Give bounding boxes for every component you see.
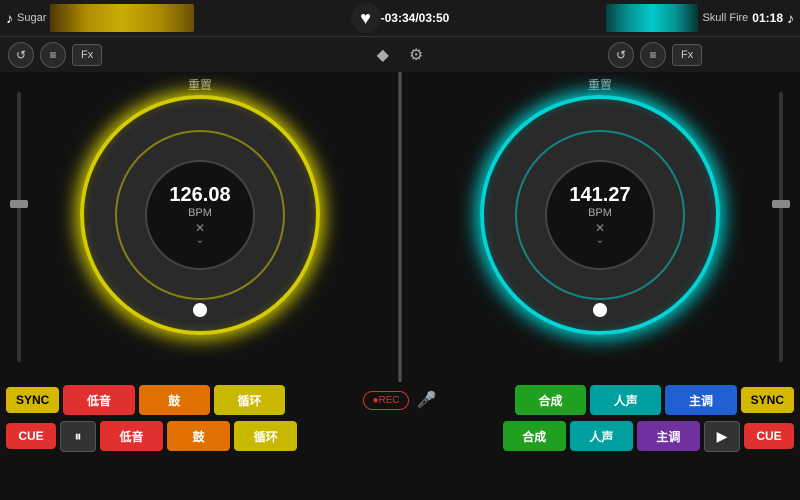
right-song-title: Skull Fire [702, 12, 748, 24]
left-pad-鼓-1[interactable]: 鼓 [139, 385, 210, 415]
bottom-row2: CUE ⏸ 低音 鼓 循环 合成 人声 主调 ▶ CUE [0, 418, 800, 454]
controls-bar: ↺ ≡ Fx ◆ ⚙ ↺ ≡ Fx [0, 36, 800, 72]
left-pads-row2: 低音 鼓 循环 [100, 421, 297, 451]
right-time-display: 01:18 [752, 11, 783, 25]
left-cue-button[interactable]: CUE [6, 423, 56, 449]
right-sync-button[interactable]: SYNC [741, 387, 794, 413]
bottom-controls: SYNC 低音 鼓 循环 ●REC 🎤 合成 人声 主调 SYNC CUE ⏸ … [0, 382, 800, 500]
top-bar: ♪ Sugar ♥ -03:34/03:50 Skull Fire 01:18 … [0, 0, 800, 36]
left-sync-button[interactable]: SYNC [6, 387, 59, 413]
center-info: ♥ -03:34/03:50 [200, 3, 600, 33]
right-pads-row2: 合成 人声 主调 [503, 421, 700, 451]
right-waveform[interactable] [606, 4, 698, 32]
right-pad-主调-2[interactable]: 主调 [637, 421, 700, 451]
left-track-info: ♪ Sugar [0, 4, 200, 32]
right-bpm-caret: ⌄ [596, 235, 604, 246]
heart-icon[interactable]: ♥ [351, 3, 381, 33]
right-pitch-track [779, 92, 783, 362]
left-music-note-icon: ♪ [6, 10, 13, 26]
left-vinyl[interactable]: 126.08 BPM ✕ ⌄ [80, 95, 320, 335]
right-vinyl[interactable]: 141.27 BPM ✕ ⌄ [480, 95, 720, 335]
left-bpm-value: 126.08 [169, 184, 230, 207]
left-waveform[interactable] [50, 4, 194, 32]
gear-icon[interactable]: ⚙ [409, 45, 423, 65]
left-bpm-x: ✕ [195, 221, 205, 235]
right-play-button[interactable]: ▶ [704, 421, 740, 452]
diamond-icon[interactable]: ◆ [377, 45, 389, 65]
right-cue-button[interactable]: CUE [744, 423, 794, 449]
left-eq-button[interactable]: ≡ [40, 42, 66, 68]
left-pad-低音-2[interactable]: 低音 [100, 421, 163, 451]
left-fx-button[interactable]: Fx [72, 44, 102, 66]
right-pitch-thumb[interactable] [772, 200, 790, 208]
right-pad-合成-1[interactable]: 合成 [515, 385, 586, 415]
left-bpm-caret: ⌄ [196, 235, 204, 246]
left-pitch-track [17, 92, 21, 362]
right-reset-label: 重置 [588, 76, 612, 93]
left-pitch-slider[interactable] [10, 92, 28, 362]
right-eq-button[interactable]: ≡ [640, 42, 666, 68]
main-deck-area: 重置 126.08 BPM ✕ ⌄ 重置 [0, 72, 800, 382]
right-music-note-icon: ♪ [787, 10, 794, 26]
center-controls: ◆ ⚙ [200, 45, 600, 65]
time-display: -03:34/03:50 [381, 11, 450, 25]
left-pad-低音-1[interactable]: 低音 [63, 385, 134, 415]
left-reset-label: 重置 [188, 76, 212, 93]
right-pads-row1: 合成 人声 主调 [515, 385, 737, 415]
right-fx-button[interactable]: Fx [672, 44, 702, 66]
left-controls: ↺ ≡ Fx [0, 42, 200, 68]
right-vinyl-dot [593, 303, 607, 317]
right-pitch-slider[interactable] [772, 92, 790, 362]
left-waveform-bars [50, 4, 194, 32]
left-bpm-label: BPM [188, 207, 212, 219]
left-pitch-thumb[interactable] [10, 200, 28, 208]
left-pad-循环-2[interactable]: 循环 [234, 421, 297, 451]
right-controls: ↺ ≡ Fx [600, 42, 800, 68]
right-eq-icon: ≡ [649, 48, 656, 62]
right-bpm-x: ✕ [595, 221, 605, 235]
right-deck: 重置 141.27 BPM ✕ ⌄ [400, 72, 800, 382]
left-pads-row1: 低音 鼓 循环 [63, 385, 285, 415]
center-bottom-row1: ●REC 🎤 [289, 390, 511, 410]
right-bpm-display: 141.27 BPM ✕ ⌄ [545, 160, 655, 270]
right-pad-人声-2[interactable]: 人声 [570, 421, 633, 451]
mic-icon[interactable]: 🎤 [417, 390, 437, 410]
left-vinyl-dot [193, 303, 207, 317]
right-bpm-value: 141.27 [569, 184, 630, 207]
rec-button[interactable]: ●REC [363, 391, 408, 410]
left-bpm-display: 126.08 BPM ✕ ⌄ [145, 160, 255, 270]
left-eq-icon: ≡ [49, 48, 56, 62]
left-pause-button[interactable]: ⏸ [60, 421, 96, 452]
left-pad-循环-1[interactable]: 循环 [214, 385, 285, 415]
bottom-row1: SYNC 低音 鼓 循环 ●REC 🎤 合成 人声 主调 SYNC [0, 382, 800, 418]
right-pad-合成-2[interactable]: 合成 [503, 421, 566, 451]
right-pad-人声-1[interactable]: 人声 [590, 385, 661, 415]
left-pad-鼓-2[interactable]: 鼓 [167, 421, 230, 451]
left-loop-button[interactable]: ↺ [8, 42, 34, 68]
right-pad-主调-1[interactable]: 主调 [665, 385, 736, 415]
right-loop-button[interactable]: ↺ [608, 42, 634, 68]
right-bpm-label: BPM [588, 207, 612, 219]
left-deck: 重置 126.08 BPM ✕ ⌄ [0, 72, 400, 382]
right-track-info: Skull Fire 01:18 ♪ [600, 4, 800, 32]
left-song-title: Sugar [17, 12, 46, 24]
